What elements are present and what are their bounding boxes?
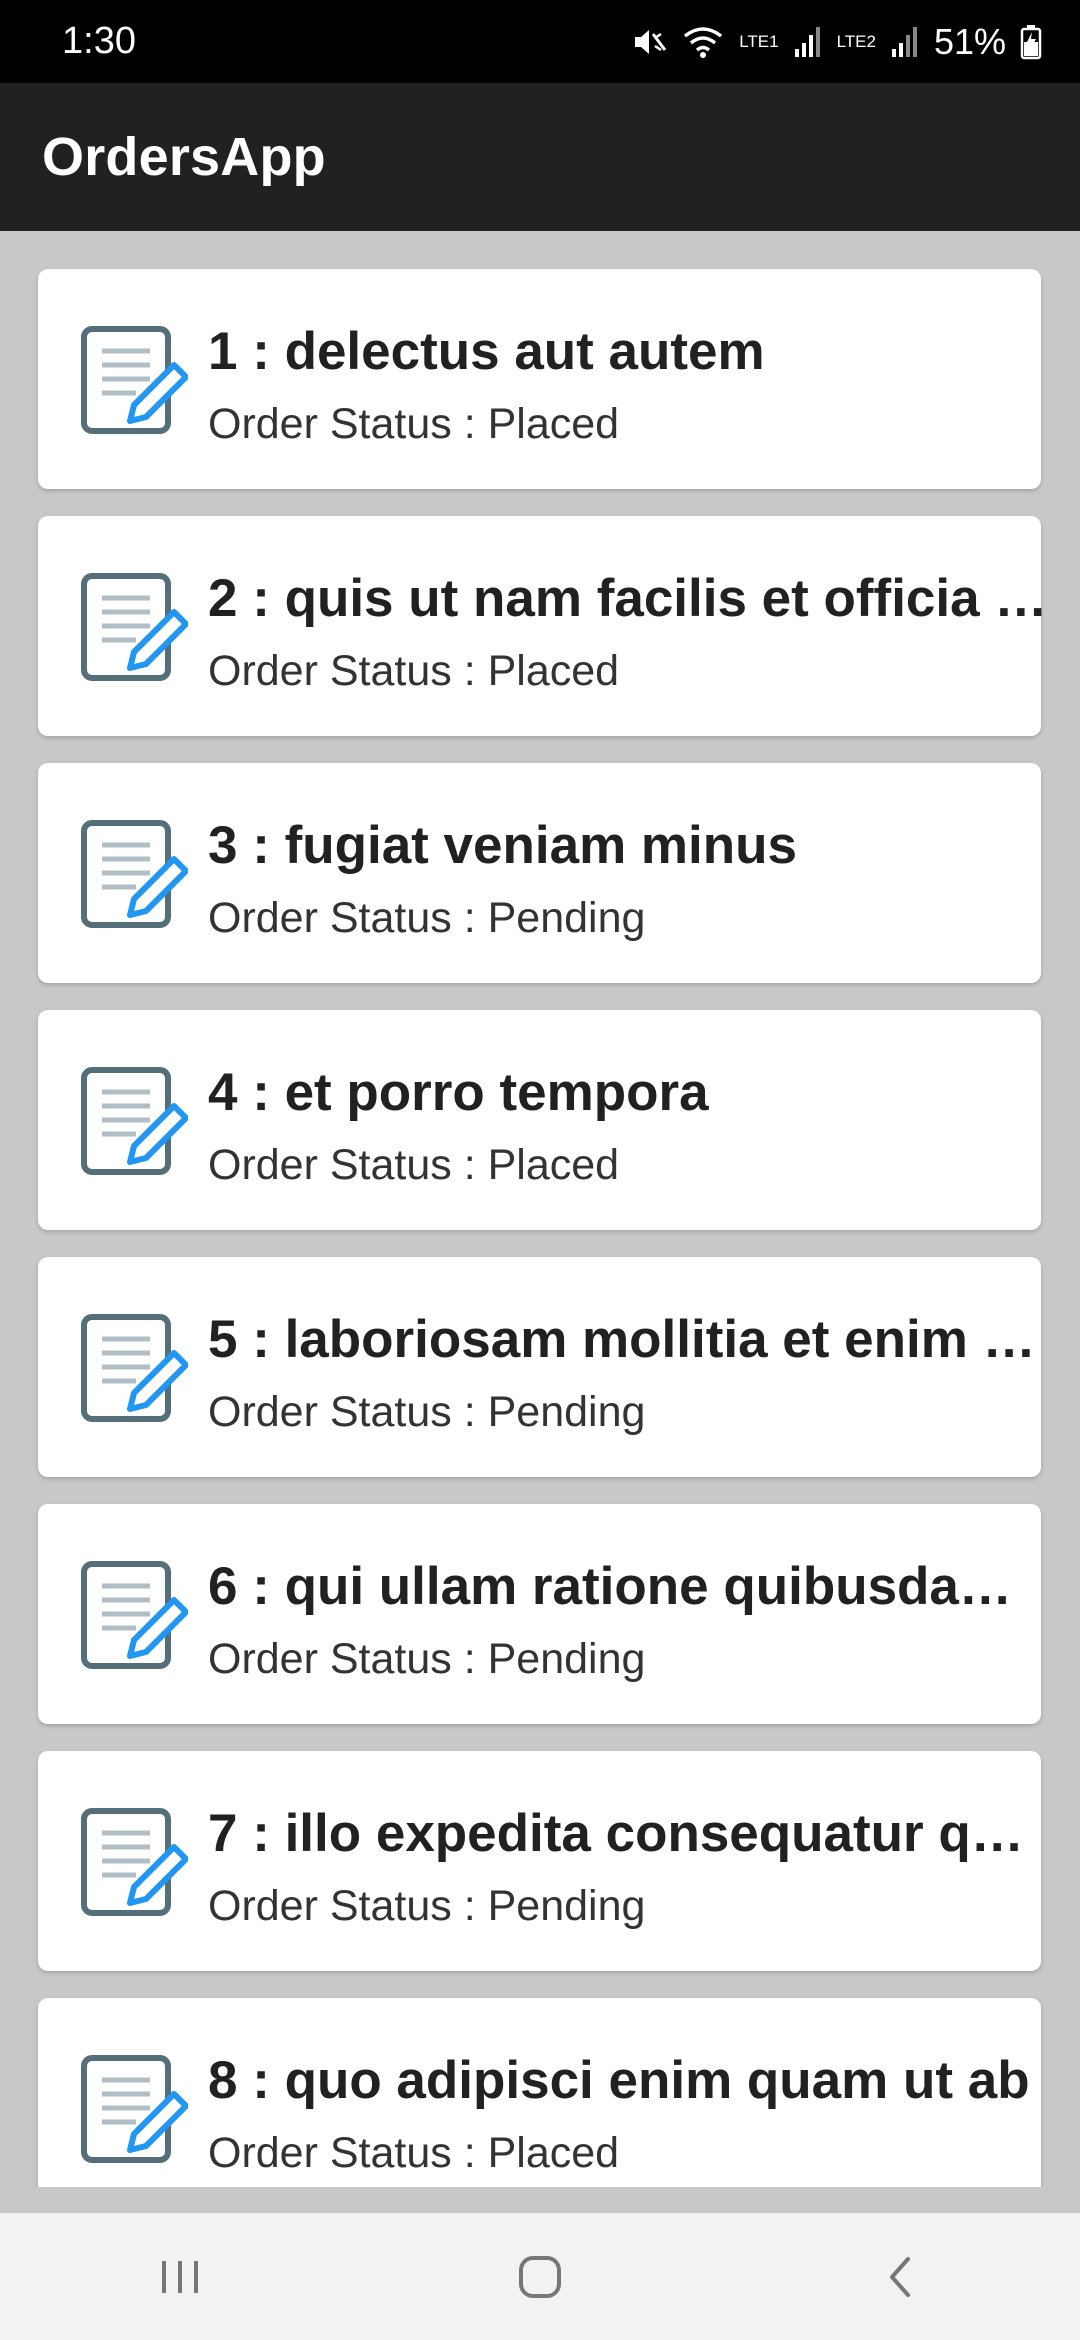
back-button[interactable] bbox=[840, 2232, 960, 2322]
order-title: 3 : fugiat veniam minus bbox=[208, 816, 798, 875]
order-card[interactable]: 3 : fugiat veniam minus Order Status : P… bbox=[38, 763, 1041, 983]
order-status: Order Status : Pending bbox=[208, 894, 646, 942]
order-card[interactable]: 6 : qui ullam ratione quibusdam voluptat… bbox=[38, 1504, 1053, 1724]
order-title: 4 : et porro tempora bbox=[208, 1063, 709, 1122]
order-status: Order Status : Pending bbox=[208, 1882, 646, 1930]
wifi-icon bbox=[684, 26, 723, 58]
order-title: 6 : qui ullam ratione quibusdam voluptat… bbox=[208, 1557, 1053, 1616]
order-status: Order Status : Pending bbox=[208, 1635, 646, 1683]
order-card[interactable]: 7 : illo expedita consequatur quia in Or… bbox=[38, 1751, 1053, 1971]
order-card[interactable]: 4 : et porro tempora Order Status : Plac… bbox=[38, 1010, 1041, 1230]
home-icon bbox=[519, 2255, 561, 2298]
order-title: 7 : illo expedita consequatur quia in bbox=[208, 1804, 1053, 1863]
battery-percent: 51% bbox=[933, 20, 1006, 62]
order-edit-icon bbox=[81, 2055, 188, 2163]
order-edit-icon bbox=[81, 326, 188, 434]
order-status: Order Status : Placed bbox=[208, 2129, 620, 2177]
order-edit-icon bbox=[81, 1808, 188, 1916]
order-card[interactable]: 2 : quis ut nam facilis et officia qui O… bbox=[38, 516, 1053, 736]
status-icons: LTE1 LTE2 51% bbox=[631, 21, 1042, 63]
app-bar: OrdersApp bbox=[0, 83, 1080, 231]
order-status: Order Status : Placed bbox=[208, 1141, 620, 1189]
order-title: 2 : quis ut nam facilis et officia qui bbox=[208, 569, 1053, 628]
order-edit-icon bbox=[81, 820, 188, 928]
recent-apps-button[interactable] bbox=[120, 2232, 240, 2322]
order-status: Order Status : Placed bbox=[208, 647, 620, 695]
sim2-label: LTE2 bbox=[836, 31, 876, 51]
order-card[interactable]: 1 : delectus aut autem Order Status : Pl… bbox=[38, 269, 1041, 489]
battery-icon bbox=[1020, 24, 1042, 59]
order-edit-icon bbox=[81, 1067, 188, 1175]
order-edit-icon bbox=[81, 1314, 188, 1422]
order-card[interactable]: 8 : quo adipisci enim quam ut ab Order S… bbox=[38, 1998, 1041, 2187]
system-nav-bar bbox=[0, 2213, 1080, 2340]
signal-icon bbox=[794, 26, 820, 57]
orders-list[interactable]: 1 : delectus aut autem Order Status : Pl… bbox=[0, 231, 1080, 2187]
order-edit-icon bbox=[81, 573, 188, 681]
order-card[interactable]: 5 : laboriosam mollitia et enim quasi Or… bbox=[38, 1257, 1053, 1477]
order-status: Order Status : Pending bbox=[208, 1388, 646, 1436]
order-status: Order Status : Placed bbox=[208, 400, 620, 448]
app-title: OrdersApp bbox=[42, 127, 326, 187]
recent-apps-icon bbox=[162, 2260, 198, 2293]
order-edit-icon bbox=[81, 1561, 188, 1669]
home-button[interactable] bbox=[480, 2232, 600, 2322]
signal-icon bbox=[891, 26, 917, 57]
order-title: 8 : quo adipisci enim quam ut ab bbox=[208, 2051, 1030, 2110]
mute-icon bbox=[635, 29, 667, 54]
order-title: 1 : delectus aut autem bbox=[208, 322, 765, 381]
back-icon bbox=[890, 2256, 910, 2297]
order-title: 5 : laboriosam mollitia et enim quasi bbox=[208, 1310, 1053, 1369]
sim1-label: LTE1 bbox=[739, 31, 779, 51]
status-time: 1:30 bbox=[62, 20, 136, 62]
status-bar: 1:30 LTE1 LTE2 51% bbox=[0, 0, 1080, 83]
